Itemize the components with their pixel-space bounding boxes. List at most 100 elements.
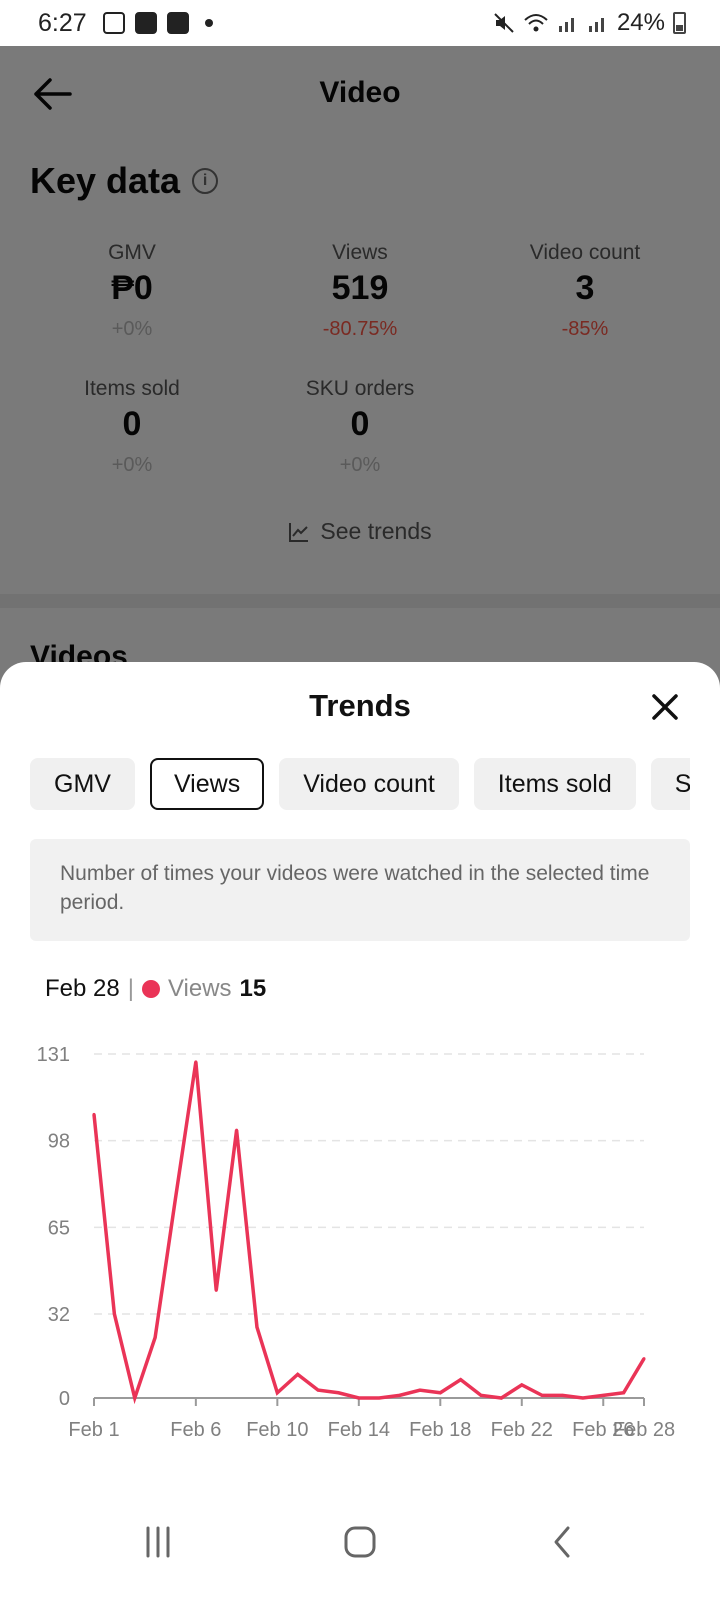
x-tick-label: Feb 6 [170, 1419, 221, 1441]
metric-value: 3 [575, 269, 595, 307]
views-line-chart[interactable]: 0 32 65 98 131 Feb 1 Feb 6 Feb 10 Feb 14 Feb 18 Fe… [0, 1022, 720, 1462]
metric-change: +0% [339, 454, 381, 476]
data-point [316, 1388, 320, 1392]
data-point [377, 1396, 381, 1400]
x-tick-label: Feb 10 [246, 1419, 308, 1441]
home-icon[interactable] [330, 1512, 390, 1572]
metric-change: -80.75% [322, 318, 398, 340]
contact-notification-icon [166, 12, 189, 34]
data-point [520, 1383, 524, 1387]
metric-video-count: Video count 3 -85% [475, 241, 695, 341]
data-point [479, 1393, 483, 1397]
metric-change: +0% [111, 318, 153, 340]
y-tick-label: 0 [59, 1388, 70, 1410]
metric-value: 0 [350, 405, 370, 443]
metric-value: 519 [331, 269, 389, 307]
y-tick-label: 65 [48, 1217, 70, 1239]
key-data-title: Key data [30, 160, 181, 201]
data-point [438, 1391, 442, 1395]
tab-items-sold[interactable]: Items sold [473, 758, 636, 810]
gallery-notification-icon [102, 12, 125, 34]
section-divider [0, 594, 720, 608]
tooltip-separator: | [127, 975, 134, 1002]
trend-chart-icon [289, 522, 309, 542]
back-arrow-icon[interactable] [30, 72, 74, 116]
data-point [357, 1396, 361, 1400]
data-point [336, 1391, 340, 1395]
metric-label: Items sold [84, 377, 180, 400]
metric-gmv: GMV ₱0 +0% [22, 241, 242, 341]
status-bar: 6:27 24% [0, 0, 720, 46]
data-point [459, 1378, 463, 1382]
y-tick-label: 98 [48, 1131, 70, 1153]
see-trends-label: See trends [320, 518, 432, 544]
x-tick-label: Feb 18 [409, 1419, 471, 1441]
y-tick-label: 131 [37, 1044, 70, 1066]
data-point [418, 1388, 422, 1392]
metric-tabs: GMV Views Video count Items sold SKU ord… [30, 758, 690, 810]
data-point [112, 1312, 116, 1316]
sheet-title: Trends [309, 688, 411, 723]
tab-gmv[interactable]: GMV [30, 758, 135, 810]
metric-label: Video count [529, 241, 641, 264]
tooltip-series-name: Views [167, 975, 232, 1002]
metric-description: Number of times your videos were watched… [30, 839, 690, 941]
x-tick-label: Feb 28 [613, 1419, 675, 1441]
metric-label: SKU orders [305, 377, 415, 400]
trends-bottom-sheet: Trends GMV Views Video count Items sold … [0, 662, 720, 1600]
data-point [398, 1393, 402, 1397]
data-point [92, 1112, 96, 1116]
page-title: Video [319, 76, 401, 109]
metric-label: GMV [108, 241, 156, 264]
info-icon[interactable]: i [192, 168, 219, 194]
tab-video-count[interactable]: Video count [279, 758, 459, 810]
wifi-icon [524, 14, 548, 32]
x-tick-label: Feb 1 [68, 1419, 119, 1441]
tab-views[interactable]: Views [149, 758, 265, 810]
video-page: Video Key data i GMV ₱0 +0% Views 519 -8… [0, 46, 720, 673]
see-trends-button[interactable]: See trends [0, 518, 720, 545]
battery-percent: 24% [616, 9, 665, 36]
data-point [499, 1396, 503, 1400]
tooltip-value: 15 [239, 975, 267, 1002]
data-point [581, 1396, 585, 1400]
data-point [275, 1391, 279, 1395]
data-point [296, 1372, 300, 1376]
series-line-views [92, 1061, 646, 1405]
data-point [622, 1391, 626, 1395]
more-notifications-icon [204, 19, 213, 27]
status-time: 6:27 [38, 8, 87, 37]
data-point [540, 1393, 544, 1397]
metric-value: 0 [122, 405, 142, 443]
data-point [601, 1393, 605, 1397]
tab-sku-orders[interactable]: SKU orders [650, 758, 690, 810]
tooltip-date: Feb 28 [45, 975, 120, 1002]
key-data-heading: Key data i [0, 160, 720, 202]
metric-change: -85% [561, 318, 609, 340]
battery-icon [673, 12, 686, 34]
status-left: 6:27 [38, 9, 213, 38]
metric-views: Views 519 -80.75% [250, 241, 470, 341]
data-point [642, 1357, 646, 1361]
system-nav-bar [0, 1484, 720, 1600]
metric-change: +0% [111, 454, 153, 476]
metric-label: Views [332, 241, 388, 264]
metric-value: ₱0 [111, 269, 153, 307]
y-tick-label: 32 [48, 1304, 70, 1326]
chart-tooltip: Feb 28 | Views 15 [45, 975, 266, 1003]
data-point [255, 1325, 259, 1329]
data-point [235, 1128, 239, 1132]
x-tick-label: Feb 14 [328, 1419, 390, 1441]
close-icon[interactable] [650, 692, 680, 722]
metric-sku-orders: SKU orders 0 +0% [250, 377, 470, 477]
recent-apps-icon[interactable] [128, 1512, 188, 1572]
back-nav-icon[interactable] [532, 1512, 592, 1572]
data-point [214, 1288, 218, 1292]
x-tick-label: Feb 22 [491, 1419, 553, 1441]
status-right: 24% [493, 9, 686, 37]
data-point [153, 1336, 157, 1340]
shop-notification-icon [134, 12, 157, 34]
data-point [194, 1060, 198, 1064]
data-point [561, 1393, 565, 1397]
signal-2-icon [588, 18, 604, 32]
